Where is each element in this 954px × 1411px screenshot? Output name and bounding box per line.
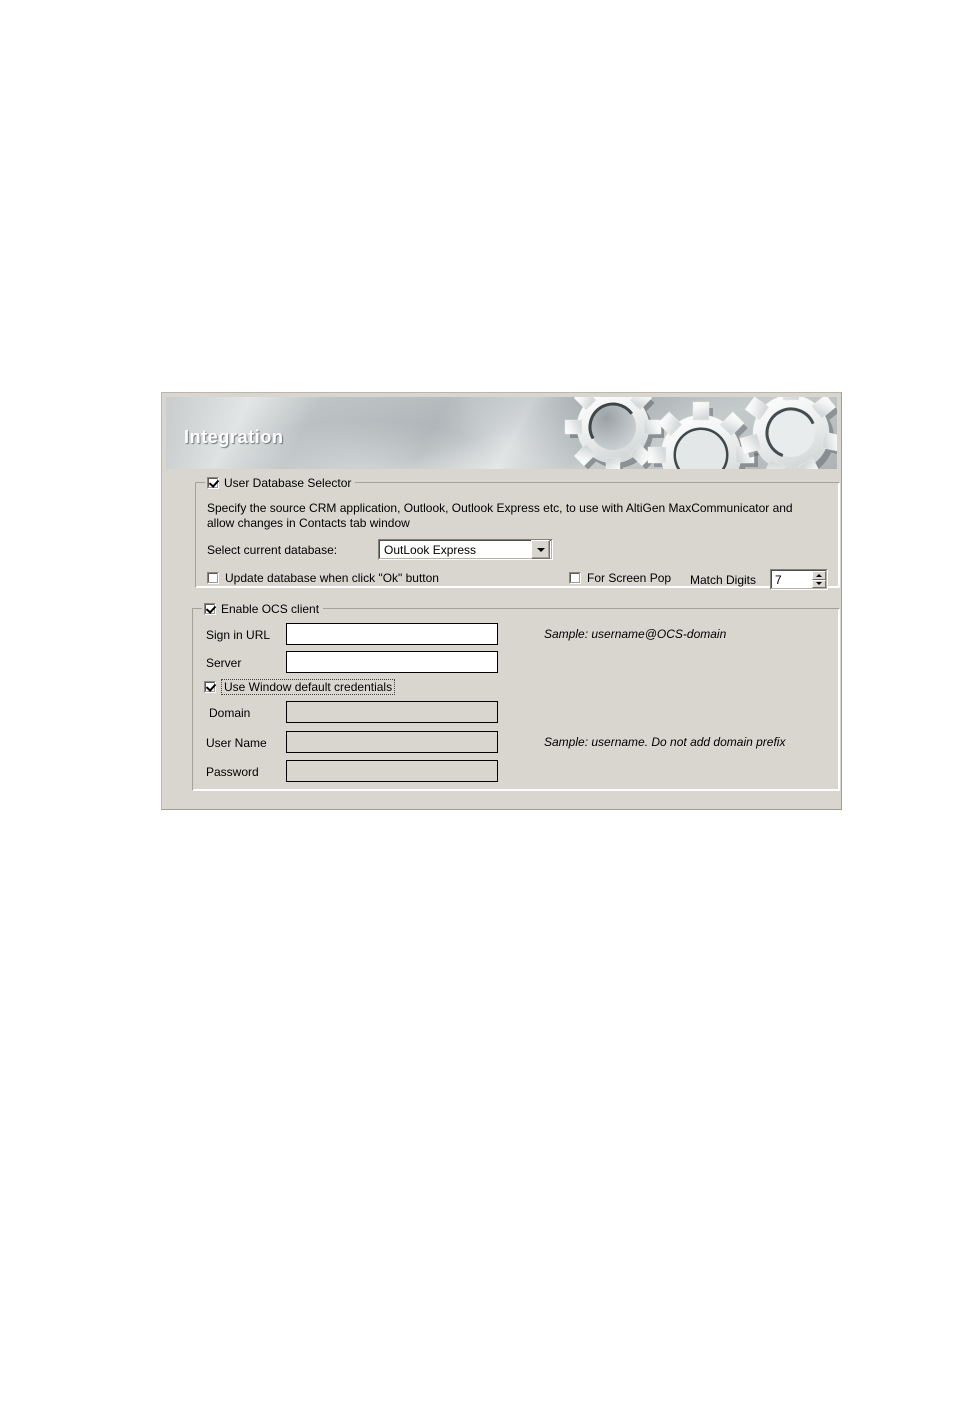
- panel-banner: Integration: [166, 397, 837, 469]
- user-database-selector-group: User Database Selector Specify the sourc…: [195, 475, 840, 590]
- update-database-checkbox[interactable]: [207, 572, 219, 584]
- banner-gears-graphic: [564, 397, 837, 469]
- server-input[interactable]: [286, 651, 498, 673]
- user-database-selector-label: User Database Selector: [224, 475, 352, 490]
- page-title: Integration: [184, 427, 284, 447]
- user-database-selector-legend[interactable]: User Database Selector: [205, 475, 356, 490]
- for-screen-pop-label: For Screen Pop: [587, 571, 672, 585]
- sign-in-url-input[interactable]: [286, 623, 498, 645]
- sign-in-url-sample-text: Sample: username@OCS-domain: [544, 627, 727, 641]
- panel-body: User Database Selector Specify the sourc…: [166, 469, 840, 803]
- spin-up-button[interactable]: [812, 571, 826, 580]
- use-window-default-credentials-row[interactable]: Use Window default credentials: [204, 679, 396, 695]
- gear-icon-center: [647, 401, 758, 469]
- chevron-down-glyph: [536, 547, 545, 552]
- domain-label: Domain: [209, 706, 251, 720]
- spin-down-button[interactable]: [812, 579, 826, 588]
- enable-ocs-client-legend[interactable]: Enable OCS client: [202, 601, 324, 616]
- user-name-input[interactable]: [286, 731, 498, 753]
- match-digits-value: 7: [775, 572, 782, 587]
- password-input[interactable]: [286, 760, 498, 782]
- use-window-default-credentials-label: Use Window default credentials: [221, 679, 396, 695]
- update-database-label: Update database when click "Ok" button: [225, 571, 439, 585]
- for-screen-pop-row[interactable]: For Screen Pop: [569, 571, 671, 585]
- user-database-selector-description: Specify the source CRM application, Outl…: [207, 501, 793, 530]
- for-screen-pop-checkbox[interactable]: [569, 572, 581, 584]
- enable-ocs-client-checkbox[interactable]: [204, 602, 216, 615]
- match-digits-label: Match Digits: [690, 573, 757, 587]
- user-name-sample-text: Sample: username. Do not add domain pref…: [544, 735, 786, 749]
- use-window-default-credentials-checkbox[interactable]: [204, 681, 216, 693]
- enable-ocs-client-group: Enable OCS client Sign in URL Sample: us…: [192, 601, 840, 791]
- match-digits-stepper[interactable]: 7: [770, 569, 828, 590]
- user-database-selector-checkbox[interactable]: [207, 476, 219, 489]
- sign-in-url-label: Sign in URL: [206, 628, 271, 642]
- domain-input[interactable]: [286, 701, 498, 723]
- password-label: Password: [206, 765, 259, 779]
- select-current-database-combobox[interactable]: OutLook Express: [378, 539, 553, 560]
- user-name-label: User Name: [206, 736, 267, 750]
- enable-ocs-client-label: Enable OCS client: [221, 601, 320, 616]
- chevron-down-icon[interactable]: [531, 540, 550, 559]
- select-current-database-value: OutLook Express: [384, 542, 477, 557]
- integration-settings-window: Integration User Database Selector Speci…: [161, 392, 842, 810]
- update-database-row[interactable]: Update database when click "Ok" button: [207, 571, 439, 585]
- server-label: Server: [206, 656, 242, 670]
- select-current-database-label: Select current database:: [207, 543, 338, 557]
- match-digits-spin-buttons[interactable]: [812, 571, 826, 588]
- chevron-up-icon: [816, 573, 822, 577]
- chevron-down-icon: [816, 582, 822, 586]
